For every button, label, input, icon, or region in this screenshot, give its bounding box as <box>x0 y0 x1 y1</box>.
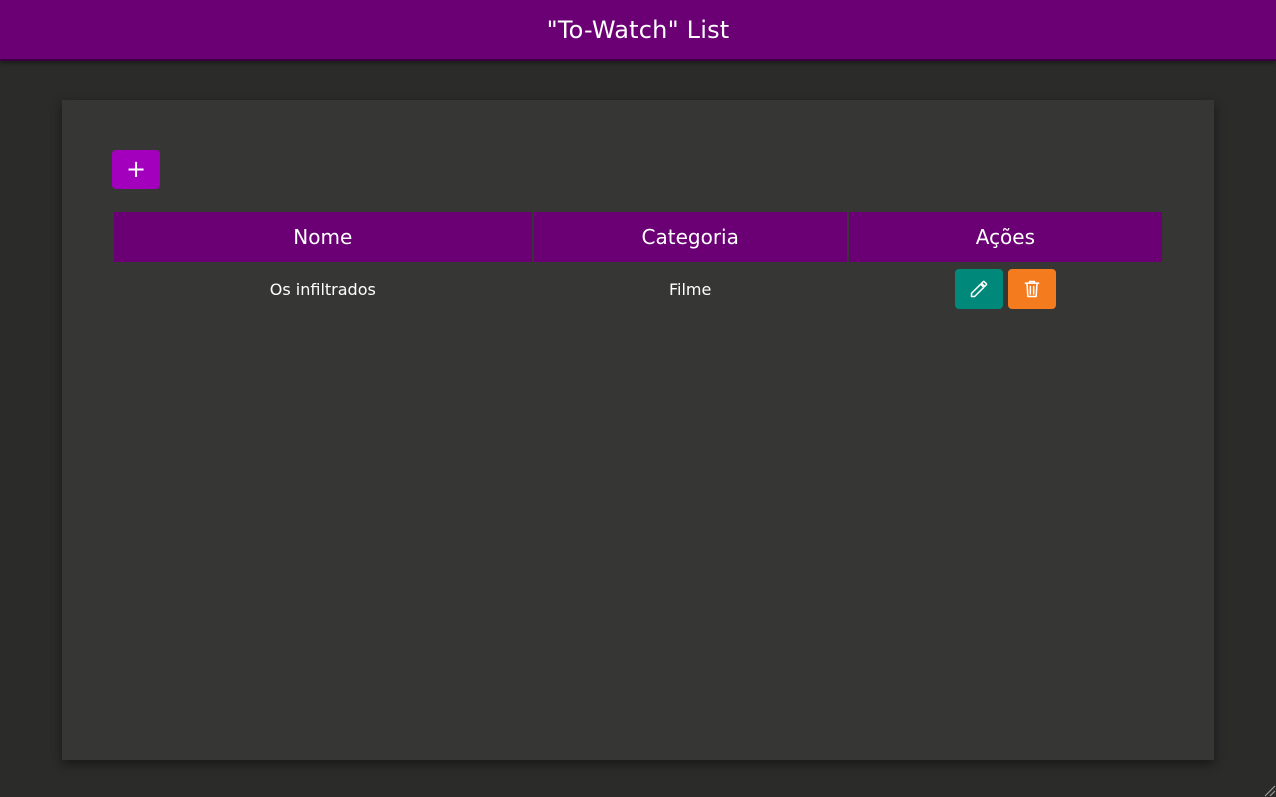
edit-button[interactable] <box>954 269 1003 309</box>
app-header: "To-Watch" List <box>0 0 1276 61</box>
column-header-nome[interactable]: Nome <box>114 212 532 262</box>
list-card: + Nome Categoria Ações Os infiltrados Fi… <box>62 100 1214 760</box>
trash-icon <box>1024 280 1040 298</box>
cell-nome: Os infiltrados <box>269 279 376 299</box>
add-item-button[interactable]: + <box>112 150 160 189</box>
cell-categoria: Filme <box>669 279 712 299</box>
cell-acoes <box>849 264 1162 314</box>
delete-button[interactable] <box>1007 269 1056 309</box>
column-header-categoria[interactable]: Categoria <box>533 212 847 262</box>
app-title: "To-Watch" List <box>546 15 730 44</box>
watch-list-table: Nome Categoria Ações Os infiltrados Film… <box>112 210 1164 316</box>
table-row: Os infiltrados Filme <box>114 264 1162 314</box>
pencil-icon <box>970 280 988 298</box>
column-header-acoes: Ações <box>848 212 1162 262</box>
row-actions <box>954 269 1056 309</box>
table-header-row: Nome Categoria Ações <box>114 212 1162 262</box>
resize-grip-icon[interactable] <box>1262 783 1276 797</box>
